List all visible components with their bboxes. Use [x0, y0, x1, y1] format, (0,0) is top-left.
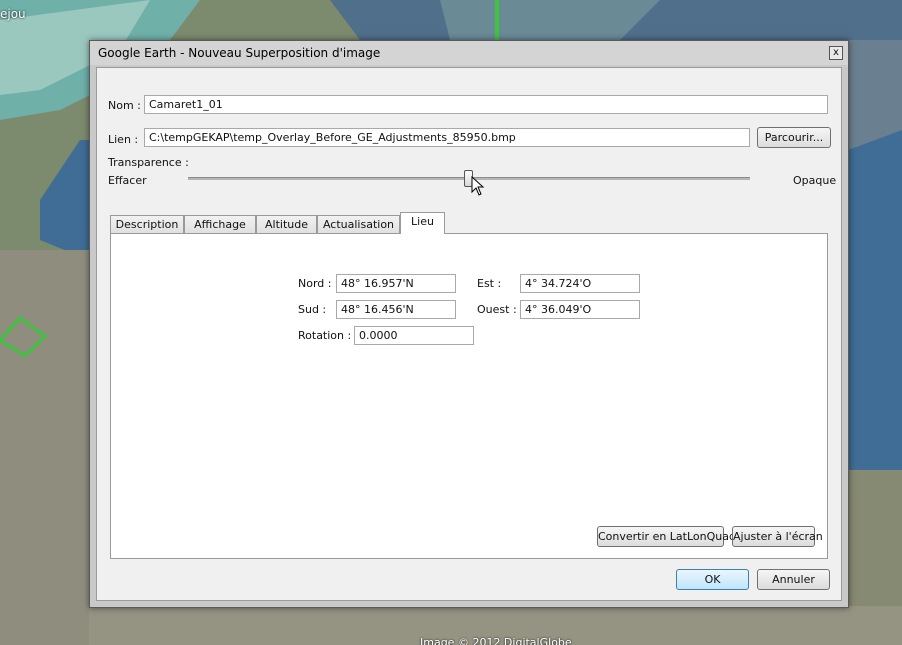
browse-button[interactable]: Parcourir...	[757, 127, 831, 148]
dialog-title: Google Earth - Nouveau Superposition d'i…	[98, 46, 381, 60]
image-overlay-dialog: Google Earth - Nouveau Superposition d'i…	[89, 40, 849, 608]
close-icon[interactable]: x	[829, 46, 843, 60]
tab-description[interactable]: Description	[110, 215, 184, 233]
map-place-label: ejou	[0, 7, 26, 21]
name-label: Nom :	[108, 99, 141, 112]
rotation-input[interactable]: 0.0000	[354, 326, 474, 345]
lieu-panel: Nord : 48° 16.957'N Est : 4° 34.724'O Su…	[110, 233, 828, 559]
east-input[interactable]: 4° 34.724'O	[520, 274, 640, 293]
dialog-body: Nom : Camaret1_01 Lien : C:\tempGEKAP\te…	[96, 67, 842, 601]
tab-altitude[interactable]: Altitude	[256, 215, 317, 233]
ok-button[interactable]: OK	[676, 569, 749, 590]
link-input[interactable]: C:\tempGEKAP\temp_Overlay_Before_GE_Adju…	[144, 128, 750, 147]
transparency-min-label: Effacer	[108, 174, 147, 187]
west-label: Ouest :	[477, 303, 517, 316]
tab-lieu[interactable]: Lieu	[400, 212, 445, 234]
rotation-label: Rotation :	[298, 329, 352, 342]
mouse-cursor-icon	[471, 176, 485, 196]
fit-to-screen-button[interactable]: Ajuster à l'écran	[732, 526, 823, 547]
name-input[interactable]: Camaret1_01	[144, 95, 828, 114]
dialog-titlebar[interactable]: Google Earth - Nouveau Superposition d'i…	[90, 41, 848, 65]
tab-actualisation[interactable]: Actualisation	[317, 215, 400, 233]
south-input[interactable]: 48° 16.456'N	[336, 300, 456, 319]
convert-latlonquad-button[interactable]: Convertir en LatLonQuad	[597, 526, 736, 547]
cancel-button[interactable]: Annuler	[757, 569, 830, 590]
link-label: Lien :	[108, 133, 139, 146]
transparency-max-label: Opaque	[793, 174, 837, 187]
north-label: Nord :	[298, 277, 332, 290]
tab-affichage[interactable]: Affichage	[184, 215, 256, 233]
west-input[interactable]: 4° 36.049'O	[520, 300, 640, 319]
south-label: Sud :	[298, 303, 327, 316]
north-input[interactable]: 48° 16.957'N	[336, 274, 456, 293]
map-credit: Image © 2012 DigitalGlobe	[420, 636, 572, 645]
transparency-label: Transparence :	[108, 156, 189, 169]
east-label: Est :	[477, 277, 502, 290]
